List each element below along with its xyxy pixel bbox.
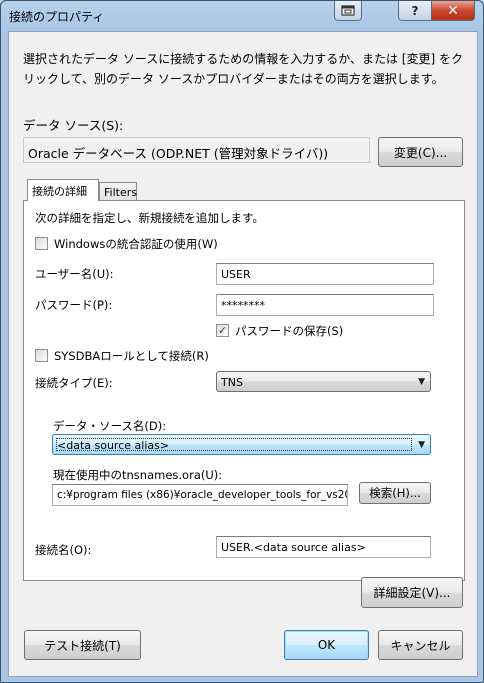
help-button[interactable]: ?: [398, 1, 432, 21]
change-button[interactable]: 変更(C)...: [378, 137, 463, 167]
datasource-name-label: データ・ソース名(D):: [53, 419, 167, 433]
connection-name-label: 接続名(O):: [35, 543, 92, 557]
data-source-label: データ ソース(S):: [23, 118, 124, 133]
connection-type-value: TNS: [221, 376, 243, 389]
dropdown-arrow-icon: ▼: [418, 377, 425, 387]
cancel-button[interactable]: キャンセル: [378, 630, 463, 660]
details-intro: 次の詳細を指定し、新規接続を追加します。: [35, 211, 264, 225]
save-password-checkbox[interactable]: ✓: [216, 324, 229, 337]
windows-auth-label: Windowsの統合認証の使用(W): [54, 237, 218, 251]
check-mark-icon: ✓: [217, 324, 228, 337]
close-button[interactable]: ✕: [431, 1, 475, 21]
connection-name-input[interactable]: USER.<data source alias>: [216, 536, 431, 558]
connection-type-select[interactable]: TNS ▼: [216, 371, 431, 392]
tab-filters[interactable]: Filters: [99, 182, 137, 201]
test-connection-button[interactable]: テスト接続(T): [24, 630, 141, 660]
password-label: パスワード(P):: [35, 298, 113, 312]
windows-auth-checkbox[interactable]: [35, 237, 48, 250]
description-text: 選択されたデータ ソースに接続するための情報を入力するか、または [変更] をク…: [23, 52, 463, 86]
advanced-settings-button[interactable]: 詳細設定(V)...: [361, 577, 463, 608]
tnsnames-path-input[interactable]: c:¥program files (x86)¥oracle_developer_…: [52, 484, 348, 506]
password-input[interactable]: ********: [216, 294, 434, 316]
datasource-name-select[interactable]: <data source alias> ▼: [52, 434, 431, 455]
datasource-name-value: <data source alias>: [57, 439, 170, 452]
ok-button[interactable]: OK: [284, 630, 369, 660]
username-label: ユーザー名(U):: [35, 267, 114, 281]
save-password-label: パスワードの保存(S): [235, 324, 344, 338]
title-bar[interactable]: 接続のプロパティ ? ✕: [1, 1, 483, 31]
window-title: 接続のプロパティ: [9, 10, 105, 24]
sysdba-label: SYSDBAロールとして接続(R): [54, 349, 209, 363]
username-input[interactable]: USER: [216, 263, 434, 285]
tab-panel-connection-details: 次の詳細を指定し、新規接続を追加します。 Windowsの統合認証の使用(W) …: [23, 200, 465, 581]
browse-button[interactable]: 検索(H)...: [359, 482, 431, 504]
restore-icon: [341, 5, 355, 16]
tab-connection-details[interactable]: 接続の詳細: [27, 179, 99, 201]
dialog-window: 接続のプロパティ ? ✕ 選択されたデータ ソースに接続するための情報を入力する…: [0, 0, 484, 683]
dropdown-arrow-icon: ▼: [418, 440, 425, 450]
tnsnames-label: 現在使用中のtnsnames.ora(U):: [53, 468, 223, 482]
dialog-client-area: 選択されたデータ ソースに接続するための情報を入力するか、または [変更] をク…: [8, 31, 478, 677]
sysdba-checkbox[interactable]: [35, 349, 48, 362]
data-source-value: Oracle データベース (ODP.NET (管理対象ドライバ)): [23, 137, 370, 163]
restore-button[interactable]: [334, 1, 362, 21]
connection-type-label: 接続タイプ(E):: [35, 376, 113, 390]
